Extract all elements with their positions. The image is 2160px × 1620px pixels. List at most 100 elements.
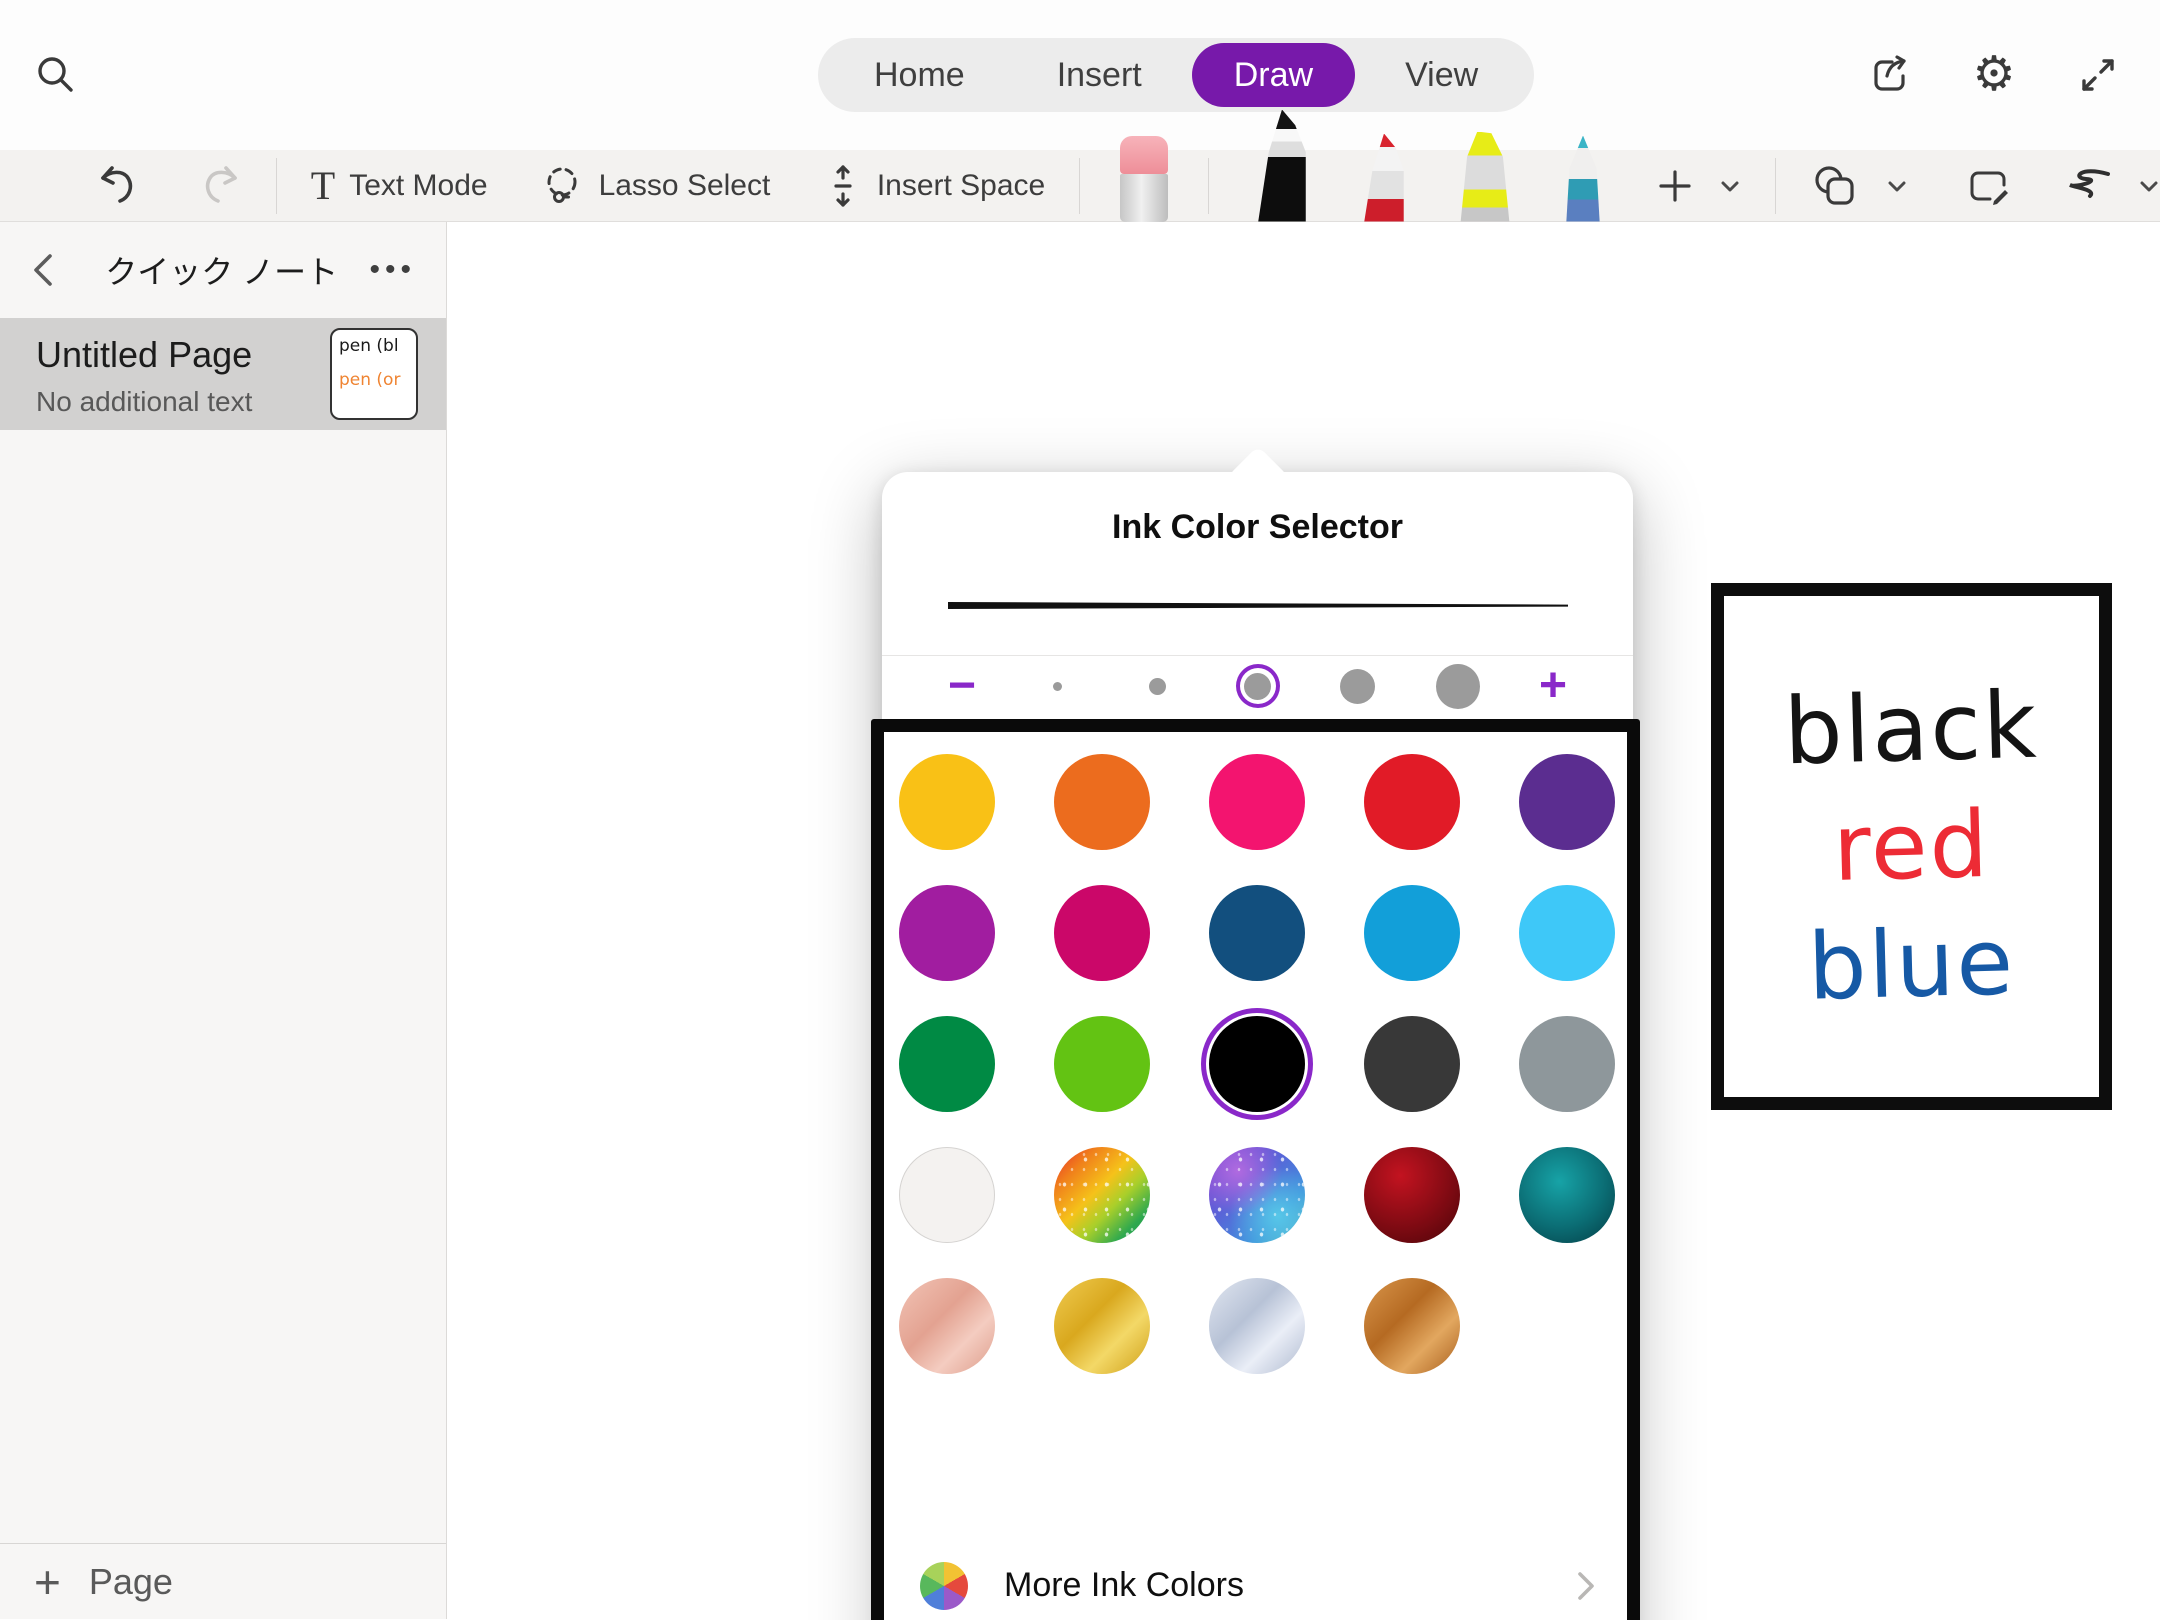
ink-color-selector-popup: Ink Color Selector − + More Ink Colors D… [882, 472, 1633, 1620]
swatch-raspberry[interactable] [1054, 885, 1150, 981]
color-grid [882, 754, 1633, 1374]
thickness-row: − + [882, 656, 1633, 716]
page-sidebar: クイック ノート ••• Untitled Page No additional… [0, 222, 447, 1619]
sidebar-header: クイック ノート ••• [0, 222, 446, 318]
color-wheel-icon [920, 1562, 968, 1610]
handwriting-box: blackredblue [1711, 583, 2112, 1110]
shapes-button[interactable] [1810, 163, 1908, 209]
swatch-galaxy[interactable] [1209, 1147, 1305, 1243]
handwriting-red: red [1832, 798, 1991, 894]
lasso-select-label: Lasso Select [599, 169, 771, 203]
swatch-gold-metallic[interactable] [1054, 1278, 1150, 1374]
swatch-bronze[interactable] [1364, 1278, 1460, 1374]
page-pen-icon [1964, 163, 2012, 209]
swatch-silver[interactable] [1209, 1278, 1305, 1374]
toolbar-divider [1775, 158, 1776, 214]
swatch-ruby[interactable] [1364, 1147, 1460, 1243]
thumbnail-text: pen (bl [339, 338, 416, 355]
ribbon-tabs: HomeInsertDrawView [818, 38, 1534, 112]
chevron-right-icon [1575, 1569, 1597, 1603]
back-button[interactable] [30, 248, 74, 292]
swatch-lime-green[interactable] [1054, 1016, 1150, 1112]
swatch-gold[interactable] [899, 754, 995, 850]
notebook-title: クイック ノート [74, 247, 369, 293]
share-icon [1865, 50, 1915, 100]
more-ink-colors-button[interactable]: More Ink Colors [896, 1548, 1619, 1620]
swatch-white[interactable] [899, 1147, 995, 1243]
plus-icon [1655, 166, 1695, 206]
gear-icon: ⚙ [1972, 51, 2015, 99]
top-bar: HomeInsertDrawView ⚙ [0, 0, 2160, 150]
thickness-dot-1[interactable] [1036, 664, 1080, 708]
fullscreen-button[interactable] [2072, 49, 2124, 101]
squiggle-icon [2062, 166, 2114, 206]
chevron-down-icon [1886, 178, 1908, 194]
swatch-sky-blue[interactable] [1519, 885, 1615, 981]
thickness-dot-2[interactable] [1136, 664, 1180, 708]
draw-toolbar: T Text Mode Lasso Select Insert Space [0, 150, 2160, 222]
tab-insert[interactable]: Insert [1015, 43, 1184, 107]
tab-view[interactable]: View [1363, 43, 1520, 107]
swatch-row [899, 754, 1633, 850]
text-mode-label: Text Mode [349, 169, 487, 203]
chevron-down-icon [2138, 178, 2160, 194]
text-mode-icon: T [311, 162, 335, 209]
thickness-dot-3[interactable] [1236, 664, 1280, 708]
swatch-orange[interactable] [1054, 754, 1150, 850]
ink-annotate-button[interactable] [1964, 163, 2012, 209]
swatch-gray[interactable] [1519, 1016, 1615, 1112]
swatch-green[interactable] [899, 1016, 995, 1112]
more-ink-colors-label: More Ink Colors [1004, 1566, 1575, 1605]
insert-space-icon [823, 163, 863, 209]
thickness-increase-button[interactable]: + [1523, 662, 1583, 710]
thickness-dot-4[interactable] [1336, 664, 1380, 708]
swatch-row [899, 1147, 1633, 1243]
text-mode-button[interactable]: T Text Mode [311, 162, 488, 209]
settings-button[interactable]: ⚙ [1968, 49, 2020, 101]
add-page-button[interactable]: + Page [0, 1543, 446, 1619]
tab-draw[interactable]: Draw [1192, 43, 1355, 107]
thickness-dots [1036, 664, 1480, 708]
plus-icon: + [34, 1559, 61, 1605]
freehand-drawing-button[interactable] [2062, 166, 2160, 206]
swatch-purple[interactable] [1519, 754, 1615, 850]
share-button[interactable] [1864, 49, 1916, 101]
lasso-icon [539, 163, 585, 209]
pen-tray [1120, 150, 1609, 222]
toolbar-divider [276, 158, 277, 214]
fullscreen-icon [2074, 51, 2122, 99]
more-options-button[interactable]: ••• [369, 253, 416, 287]
redo-button[interactable] [198, 163, 242, 209]
handwriting-black: black [1783, 679, 2040, 778]
swatch-row [899, 885, 1633, 981]
tab-home[interactable]: Home [832, 43, 1007, 107]
swatch-navy-blue[interactable] [1209, 885, 1305, 981]
swatch-ocean[interactable] [1519, 1147, 1615, 1243]
swatch-rainbow-glitter[interactable] [1054, 1147, 1150, 1243]
popup-title: Ink Color Selector [882, 508, 1633, 547]
swatch-red[interactable] [1364, 754, 1460, 850]
swatch-rose-gold[interactable] [899, 1278, 995, 1374]
swatch-cerulean[interactable] [1364, 885, 1460, 981]
swatch-magenta-purple[interactable] [899, 885, 995, 981]
eraser-tool[interactable] [1120, 136, 1168, 222]
insert-space-button[interactable]: Insert Space [823, 163, 1045, 209]
undo-icon [96, 163, 140, 209]
swatch-black[interactable] [1209, 1016, 1305, 1112]
page-list-item-selected[interactable]: Untitled Page No additional text pen (bl… [0, 318, 446, 430]
search-button[interactable] [28, 47, 84, 103]
swatch-dark-gray[interactable] [1364, 1016, 1460, 1112]
undo-button[interactable] [96, 163, 140, 209]
swatch-pink[interactable] [1209, 754, 1305, 850]
thickness-dot-5[interactable] [1436, 664, 1480, 708]
swatch-row [899, 1278, 1633, 1374]
lasso-select-button[interactable]: Lasso Select [539, 163, 771, 209]
stroke-preview [948, 599, 1568, 613]
topbar-actions: ⚙ [1864, 49, 2124, 101]
add-pen-button[interactable] [1655, 166, 1741, 206]
add-page-label: Page [89, 1561, 173, 1603]
swatch-row [899, 1016, 1633, 1112]
chevron-left-icon [30, 250, 56, 290]
chevron-down-icon [1719, 178, 1741, 194]
thickness-decrease-button[interactable]: − [932, 662, 992, 710]
